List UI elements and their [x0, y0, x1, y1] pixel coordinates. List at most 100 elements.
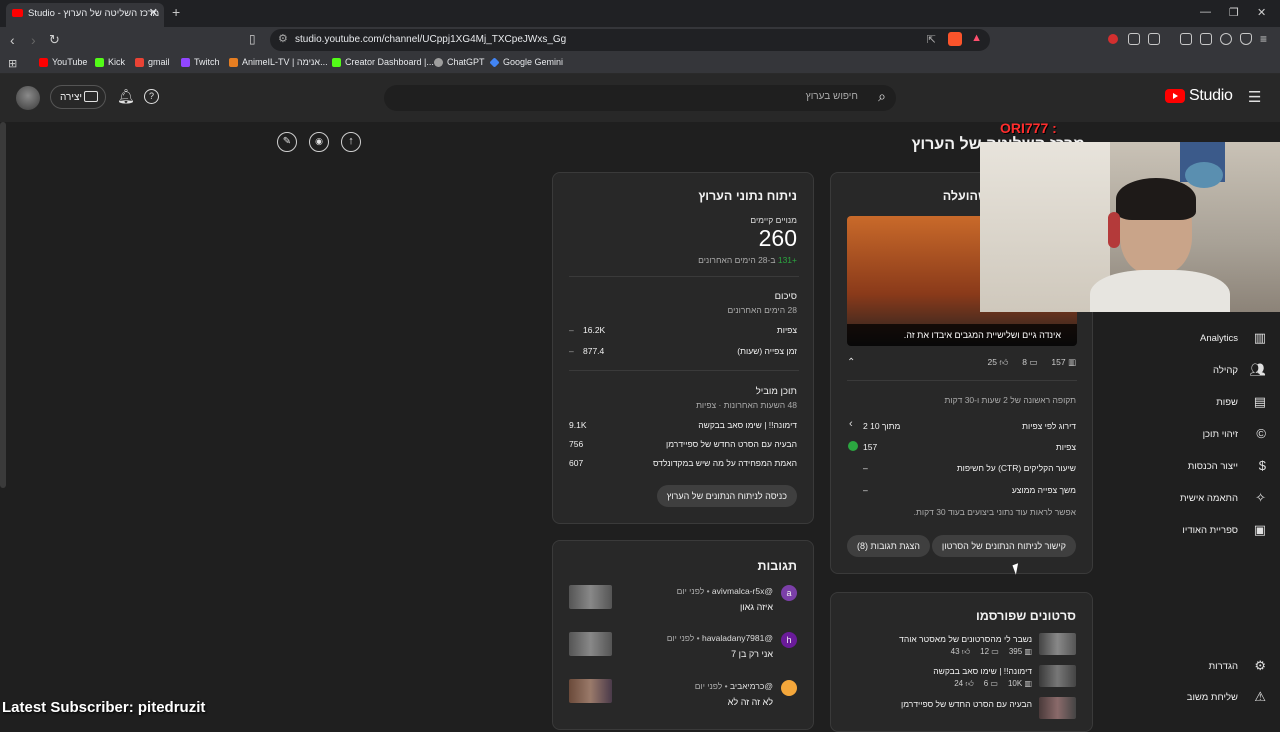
comments-count: 12: [980, 647, 990, 656]
comment-icon: ▭: [990, 679, 998, 688]
wallet-icon[interactable]: [1200, 33, 1212, 45]
scrollbar[interactable]: [0, 122, 6, 488]
minimize-icon[interactable]: —: [1200, 6, 1211, 18]
brave-rewards-icon[interactable]: ▲: [971, 32, 982, 44]
bookmark-page-icon[interactable]: ▯: [249, 32, 256, 46]
video-thumbnail[interactable]: [569, 632, 612, 656]
video-title[interactable]: הבעיה עם הסרט החדש של ספיידרמן: [901, 699, 1032, 709]
bookmark-gemini[interactable]: Google Gemini: [489, 56, 563, 68]
go-live-icon[interactable]: ◉: [309, 132, 329, 152]
sidebar-item-feedback[interactable]: שליחת משוב ⚠: [1150, 689, 1268, 709]
bookmark-youtube[interactable]: YouTube: [39, 57, 87, 67]
comments-stat: 12 ▭: [980, 647, 999, 657]
back-icon[interactable]: ‹: [10, 32, 15, 48]
youtube-studio-logo[interactable]: Studio: [1165, 87, 1233, 105]
sidebar-item-content-detection[interactable]: זיהוי תוכן ©: [1150, 426, 1268, 446]
extension-box-icon[interactable]: [1148, 33, 1160, 45]
close-tab-icon[interactable]: ✕: [149, 6, 158, 19]
extension-red-icon[interactable]: [1108, 34, 1118, 44]
thumbs-up-icon: 👍︎: [965, 679, 974, 688]
top-content-title[interactable]: האמת המפחידה על מה שיש במקדונלדס: [653, 458, 797, 468]
avatar[interactable]: h: [781, 632, 797, 648]
video-analytics-button[interactable]: קישור לניתוח הנתונים של הסרטון: [931, 535, 1076, 557]
create-button[interactable]: יצירה: [50, 85, 106, 109]
view-comments-button[interactable]: הצגת תגובות (8): [847, 535, 930, 557]
streamer-name: ORI777 :: [1000, 120, 1057, 136]
sidebar-item-languages[interactable]: שפות ▤: [1150, 394, 1268, 414]
help-icon[interactable]: ?: [144, 89, 159, 104]
chevron-left-icon[interactable]: ‹: [849, 418, 853, 430]
comment-time: לפני יום: [666, 633, 695, 643]
comment-user[interactable]: @avivmalca-r5x: [712, 586, 773, 596]
sidebar-item-analytics[interactable]: Analytics ▥: [1150, 330, 1268, 350]
bookmark-animeil[interactable]: AnimeIL-TV | אנימה...: [229, 57, 328, 67]
new-tab-icon[interactable]: +: [172, 4, 180, 20]
search-icon[interactable]: ⌕: [878, 88, 886, 105]
latest-subscriber-overlay: Latest Subscriber: pitedruzit: [2, 699, 206, 716]
sidebar-toggle-icon[interactable]: [1180, 33, 1192, 45]
comment-user[interactable]: @כרמיאביב: [730, 681, 773, 691]
upload-icon[interactable]: ↑: [341, 132, 361, 152]
views-stat: 395 ▥: [1009, 647, 1032, 657]
top-content-subtitle: 48 השעות האחרונות · צפיות: [696, 400, 797, 410]
menu-icon[interactable]: ≡: [1260, 32, 1267, 46]
video-thumbnail[interactable]: [569, 679, 612, 703]
video-thumbnail[interactable]: [1039, 697, 1076, 719]
go-to-channel-analytics-button[interactable]: כניסה לניתוח הנתונים של הערוץ: [656, 485, 797, 507]
forward-icon[interactable]: ›: [31, 32, 36, 48]
avatar[interactable]: a: [781, 585, 797, 601]
create-post-icon[interactable]: ✎: [277, 132, 297, 152]
bookmark-creator-dashboard[interactable]: Creator Dashboard |...: [332, 57, 434, 67]
divider: [569, 276, 799, 277]
restore-icon[interactable]: ❐: [1229, 6, 1239, 19]
video-stats: 43 👍︎ 12 ▭ 395 ▥: [951, 647, 1032, 657]
bookmark-chatgpt[interactable]: ChatGPT: [434, 57, 485, 67]
video-title[interactable]: נשבר לי מהסרטונים של מאסטר אוהד: [899, 634, 1032, 644]
channel-search-input[interactable]: חיפוש בערוץ ⌕: [384, 85, 896, 111]
brave-shields-icon[interactable]: [948, 32, 962, 46]
more-data-note: אפשר לראות עוד נתוני ביצועים בעוד 30 דקו…: [913, 507, 1076, 517]
webcam-shirt: [1090, 270, 1230, 312]
bookmark-kick[interactable]: Kick: [95, 57, 125, 67]
video-thumbnail[interactable]: [569, 585, 612, 609]
bookmark-gmail[interactable]: gmail: [135, 57, 170, 67]
window-close-icon[interactable]: ✕: [1257, 6, 1266, 19]
video-thumbnail[interactable]: [1039, 633, 1076, 655]
studio-header: יצירה 🔔︎ ? חיפוש בערוץ ⌕ Studio ☰: [0, 74, 1280, 122]
video-title[interactable]: אינדה גיים ושלישיית המגבים איבדו את זה.: [904, 330, 1061, 340]
rank-label: דירוג לפי צפיות: [1022, 421, 1076, 431]
comments-card: תגובות a @avivmalca-r5x • לפני יום איזה …: [552, 540, 814, 730]
hamburger-menu-icon[interactable]: ☰: [1248, 88, 1261, 106]
sidebar-item-settings[interactable]: הגדרות ⚙: [1150, 658, 1268, 678]
apps-grid-icon[interactable]: ⊞: [8, 57, 17, 70]
browser-tab[interactable]: מרכז השליטה של הערוץ - Studio ✕: [6, 3, 164, 27]
video-thumbnail[interactable]: [1039, 665, 1076, 687]
sidebar-item-community[interactable]: קהילה 👥︎: [1150, 362, 1268, 382]
account-avatar[interactable]: [16, 86, 40, 110]
comment-text: אני רק בן 7: [731, 649, 773, 659]
share-icon[interactable]: ⇱: [927, 33, 936, 46]
leo-ai-icon[interactable]: [1220, 33, 1232, 45]
thumbs-up-icon: 👍︎: [961, 647, 971, 656]
top-content-title[interactable]: הבעיה עם הסרט החדש של ספיידרמן: [666, 439, 797, 449]
sidebar-item-customization[interactable]: התאמה אישית ✧: [1150, 490, 1268, 510]
top-content-title[interactable]: דימונה!! | שימו סאב בבקשה: [698, 420, 797, 430]
notifications-bell-icon[interactable]: 🔔︎: [117, 88, 135, 105]
video-title[interactable]: דימונה!! | שימו סאב בבקשה: [933, 666, 1032, 676]
avatar[interactable]: [781, 680, 797, 696]
sidebar-item-earn[interactable]: ייצור הכנסות $: [1150, 458, 1268, 478]
video-stats: 24 👍︎ 6 ▭ 10K ▥: [954, 679, 1032, 689]
site-info-icon[interactable]: ⚙: [278, 32, 288, 45]
summary-trend: –: [569, 325, 574, 335]
collapse-chevron-icon[interactable]: ⌃: [847, 357, 855, 368]
reload-icon[interactable]: ↻: [49, 32, 60, 48]
extension-puzzle-icon[interactable]: [1128, 33, 1140, 45]
address-bar[interactable]: ⚙ studio.youtube.com/channel/UCppj1XG4Mj…: [270, 29, 990, 51]
likes-stat: 43 👍︎: [951, 647, 971, 657]
comment-user[interactable]: @havaladany7981: [702, 633, 773, 643]
likes-count: 24: [954, 679, 964, 688]
sidebar-item-label: ספריית האודיו: [1182, 525, 1238, 536]
vpn-shield-icon[interactable]: [1240, 33, 1252, 45]
sidebar-item-audio-library[interactable]: ספריית האודיו ▣: [1150, 522, 1268, 542]
bookmark-twitch[interactable]: Twitch: [181, 57, 220, 67]
